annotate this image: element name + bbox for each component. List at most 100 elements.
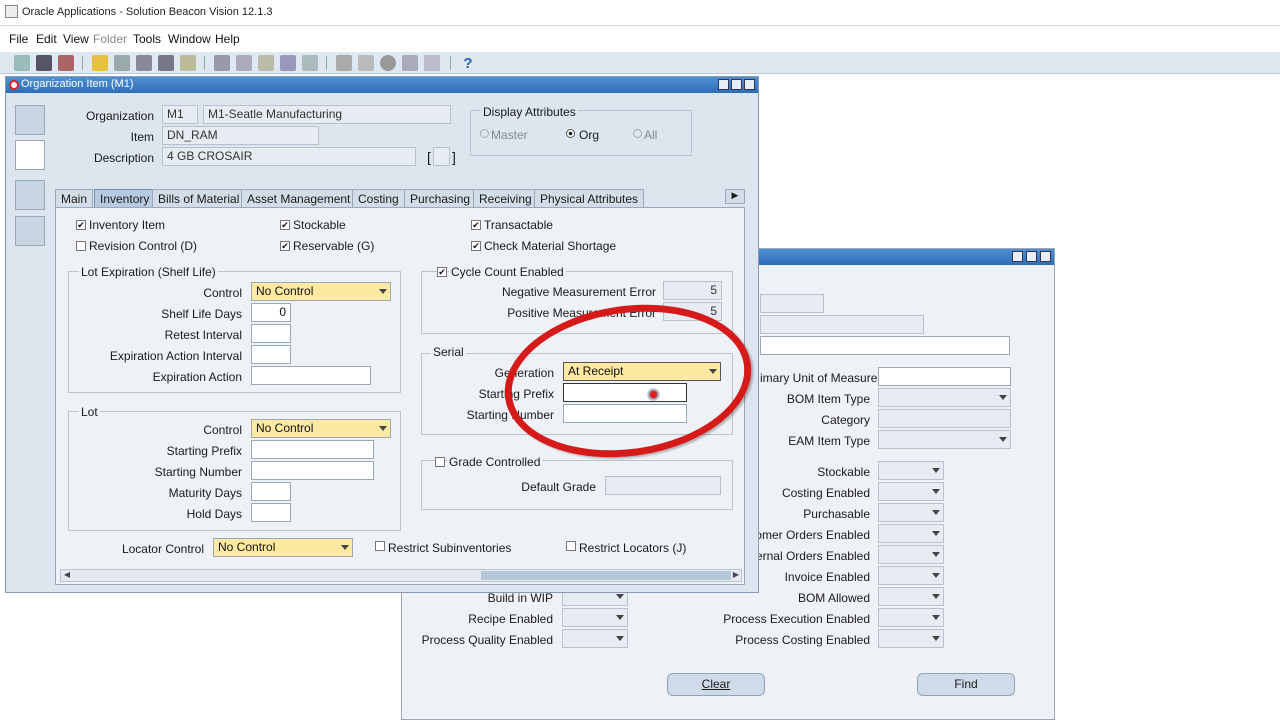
transactable-checkbox[interactable]: ✔: [471, 220, 481, 230]
process-costing-select[interactable]: [878, 629, 944, 648]
menu-window[interactable]: Window: [168, 32, 211, 46]
document-list-icon[interactable]: [15, 140, 45, 170]
eam-item-type-select[interactable]: [878, 430, 1011, 449]
maximize-icon[interactable]: [731, 79, 742, 90]
horizontal-scrollbar[interactable]: ◀ ▶: [60, 569, 742, 582]
tab-physical-attributes[interactable]: Physical Attributes: [534, 189, 645, 208]
tab-scroll-right-icon[interactable]: ▶: [725, 189, 745, 204]
paste-icon[interactable]: [258, 55, 274, 71]
menu-tools[interactable]: Tools: [133, 32, 161, 46]
radio-master[interactable]: [480, 129, 489, 138]
zoom-icon[interactable]: [358, 55, 374, 71]
internal-orders-select[interactable]: [878, 545, 944, 564]
help-icon[interactable]: ?: [460, 55, 476, 72]
tab-asset-management[interactable]: Asset Management: [241, 189, 357, 208]
process-execution-select[interactable]: [878, 608, 944, 627]
print-icon[interactable]: [158, 55, 174, 71]
clear-button[interactable]: Clear: [667, 673, 765, 696]
recipe-enabled-select[interactable]: [562, 608, 628, 627]
invoice-enabled-select[interactable]: [878, 566, 944, 585]
find-field[interactable]: [760, 294, 824, 313]
translations-icon[interactable]: [380, 55, 396, 71]
menu-help[interactable]: Help: [215, 32, 240, 46]
revision-control-checkbox[interactable]: [76, 241, 86, 251]
switch-resp-icon[interactable]: [136, 55, 152, 71]
attachments-icon[interactable]: [402, 55, 418, 71]
hold-days-field[interactable]: [251, 503, 291, 522]
cut-icon[interactable]: [214, 55, 230, 71]
cycle-count-checkbox[interactable]: ✔: [437, 267, 447, 277]
tab-bills-of-material[interactable]: Bills of Material: [152, 189, 246, 208]
organization-code-field[interactable]: M1: [162, 105, 198, 124]
maximize-icon[interactable]: [1026, 251, 1037, 262]
find-field[interactable]: [760, 336, 1010, 355]
find-icon[interactable]: [36, 55, 52, 71]
minimize-icon[interactable]: [718, 79, 729, 90]
folder-tools-icon[interactable]: [424, 55, 440, 71]
expiration-action-interval-field[interactable]: [251, 345, 291, 364]
close-icon[interactable]: [1040, 251, 1051, 262]
scroll-left-icon[interactable]: ◀: [61, 570, 73, 581]
bom-item-type-select[interactable]: [878, 388, 1011, 407]
category-field[interactable]: [878, 409, 1011, 428]
organization-name-field[interactable]: M1-Seatle Manufacturing: [203, 105, 451, 124]
check-shortage-checkbox[interactable]: ✔: [471, 241, 481, 251]
grade-controlled-checkbox[interactable]: [435, 457, 445, 467]
menu-view[interactable]: View: [63, 32, 89, 46]
minimize-icon[interactable]: [1012, 251, 1023, 262]
navigator-icon[interactable]: [58, 55, 74, 71]
description-field[interactable]: 4 GB CROSAIR: [162, 147, 416, 166]
close-icon[interactable]: [744, 79, 755, 90]
open-icon[interactable]: [92, 55, 108, 71]
maturity-days-field[interactable]: [251, 482, 291, 501]
save-icon[interactable]: [114, 55, 130, 71]
copy-icon[interactable]: [236, 55, 252, 71]
expiration-action-field[interactable]: [251, 366, 371, 385]
radio-all[interactable]: [633, 129, 642, 138]
tab-main[interactable]: Main: [55, 189, 94, 208]
descriptive-flexfield[interactable]: [433, 147, 450, 166]
cube-icon[interactable]: [15, 180, 45, 210]
find-button[interactable]: Find: [917, 673, 1015, 696]
stockable-select[interactable]: [878, 461, 944, 480]
locator-control-select[interactable]: No Control: [213, 538, 353, 557]
new-icon[interactable]: [14, 55, 30, 71]
primary-uom-field[interactable]: [878, 367, 1011, 386]
restrict-subinventories-checkbox[interactable]: [375, 541, 385, 551]
stockable-checkbox[interactable]: ✔: [280, 220, 290, 230]
tab-receiving[interactable]: Receiving: [473, 189, 538, 208]
menu-folder[interactable]: Folder: [93, 32, 127, 46]
costing-enabled-select[interactable]: [878, 482, 944, 501]
retest-interval-field[interactable]: [251, 324, 291, 343]
inventory-item-checkbox[interactable]: ✔: [76, 220, 86, 230]
shelf-life-days-field[interactable]: 0: [251, 303, 291, 322]
item-list-icon[interactable]: [15, 216, 45, 246]
customer-orders-select[interactable]: [878, 524, 944, 543]
item-field[interactable]: DN_RAM: [162, 126, 319, 145]
menu-file[interactable]: File: [9, 32, 28, 46]
folder-icon[interactable]: [15, 105, 45, 135]
delete-icon[interactable]: [302, 55, 318, 71]
reservable-checkbox[interactable]: ✔: [280, 241, 290, 251]
tab-purchasing[interactable]: Purchasing: [404, 189, 477, 208]
process-quality-select[interactable]: [562, 629, 628, 648]
tab-inventory[interactable]: Inventory: [94, 189, 156, 208]
lot-starting-number-field[interactable]: [251, 461, 374, 480]
clear-record-icon[interactable]: [280, 55, 296, 71]
tab-costing[interactable]: Costing: [352, 189, 405, 208]
bom-allowed-select[interactable]: [878, 587, 944, 606]
close-form-icon[interactable]: [180, 55, 196, 71]
lot-control-select[interactable]: No Control: [251, 419, 391, 438]
find-field[interactable]: [760, 315, 924, 334]
scroll-right-icon[interactable]: ▶: [730, 570, 742, 581]
scrollbar-thumb[interactable]: [481, 571, 731, 580]
negative-measurement-error-field[interactable]: 5: [663, 281, 722, 300]
radio-org[interactable]: [566, 129, 575, 138]
restrict-locators-checkbox[interactable]: [566, 541, 576, 551]
menu-edit[interactable]: Edit: [36, 32, 57, 46]
lot-exp-control-select[interactable]: No Control: [251, 282, 391, 301]
lot-starting-prefix-field[interactable]: [251, 440, 374, 459]
purchasable-select[interactable]: [878, 503, 944, 522]
default-grade-field[interactable]: [605, 476, 721, 495]
edit-field-icon[interactable]: [336, 55, 352, 71]
